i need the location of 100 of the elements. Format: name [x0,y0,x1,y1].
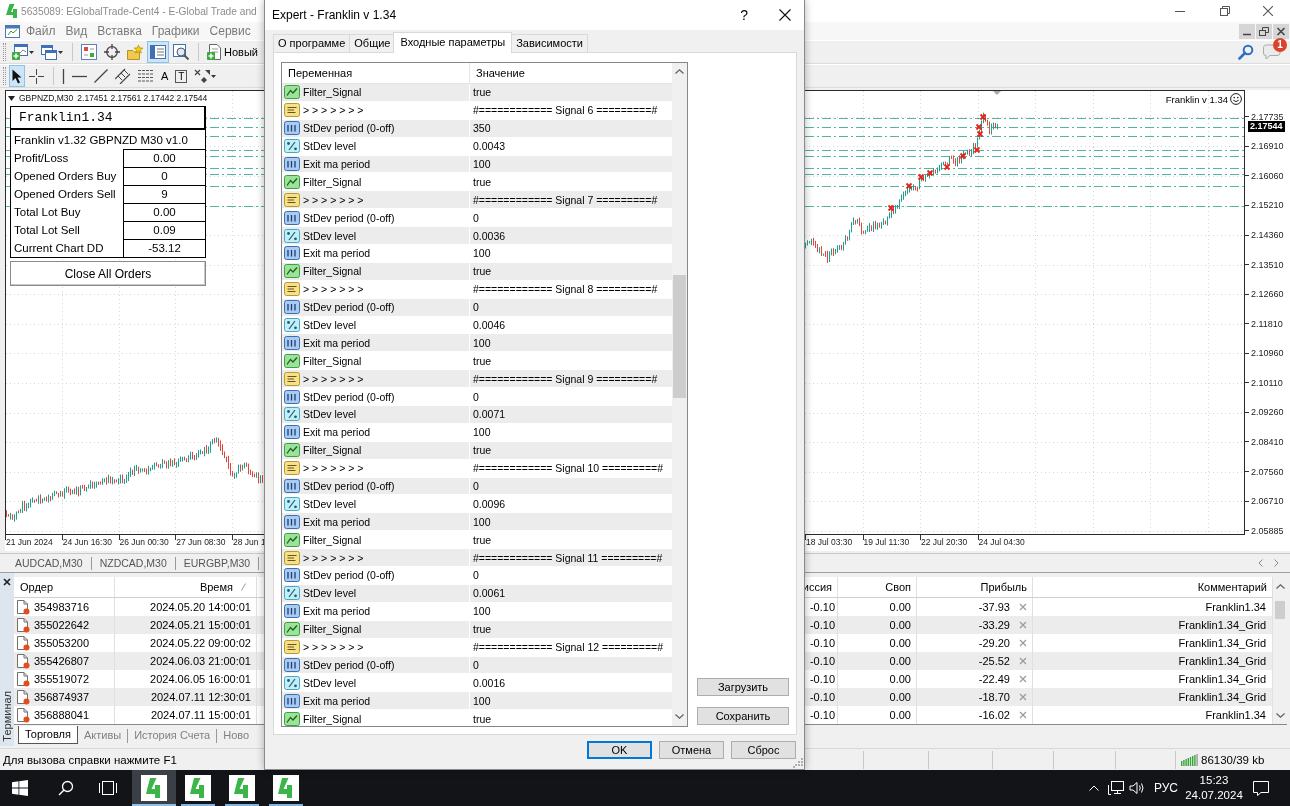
column-header[interactable]: Ордер [20,580,54,594]
triangle-down-icon[interactable] [8,95,15,101]
tab[interactable]: Входные параметры [393,32,513,53]
restore-icon[interactable] [1220,6,1230,16]
toolbar-button[interactable]: T [172,65,191,87]
task-view-icon[interactable] [99,780,117,796]
parameter-value[interactable]: 0 [473,390,479,403]
help-button[interactable]: ? [740,7,748,23]
parameter-value[interactable]: 100 [473,336,491,349]
caret-icon[interactable] [29,50,34,54]
parameter-value[interactable]: 100 [473,515,491,528]
horizontal-line-icon[interactable] [72,74,87,78]
parameter-value[interactable]: 0.0061 [473,587,506,600]
tab[interactable]: Активы [77,726,128,744]
menu-item[interactable]: Графики [146,23,205,39]
parameter-value[interactable]: 100 [473,247,491,260]
parameter-value[interactable]: 0.0016 [473,676,506,689]
column-header[interactable]: Время [199,580,233,594]
parameter-value[interactable]: 0.0096 [473,497,506,510]
toolbar-button[interactable]: A [158,65,172,87]
parameter-value[interactable]: 0 [473,211,479,224]
chevron-up-icon[interactable] [1088,785,1099,791]
parameter-value[interactable]: true [473,86,492,99]
notification-icon[interactable] [1253,780,1269,796]
parameter-value[interactable]: 100 [473,158,491,170]
parameter-value[interactable]: #============ Signal 7 =========# [473,193,658,206]
tab[interactable]: О программе [273,34,351,52]
tab[interactable]: Ново [217,726,256,744]
caret-icon[interactable] [211,74,217,78]
parameter-value[interactable]: true [473,712,492,725]
window-stack-icon[interactable] [41,44,57,60]
language-indicator[interactable]: РУС [1153,781,1178,795]
taskbar-app-button[interactable] [132,770,176,806]
action-button[interactable]: Загрузить [697,678,789,696]
parameter-value[interactable]: 0 [473,301,479,314]
dialog-button[interactable]: Сброс [731,741,796,759]
parameter-value[interactable]: true [473,533,492,546]
parameter-value[interactable]: 100 [473,605,491,618]
caret-icon[interactable] [58,50,63,54]
close-icon[interactable] [1263,6,1273,16]
parameter-value[interactable]: true [473,444,492,457]
dialog-button[interactable]: Отмена [659,741,724,759]
tab[interactable]: История Счета [128,726,217,744]
menu-item[interactable]: Файл [21,23,61,39]
tab[interactable]: Зависимости [511,34,588,52]
parameter-value[interactable]: 0 [473,658,479,671]
column-header[interactable]: Переменная [288,66,353,80]
parameter-value[interactable]: 0.0036 [473,229,506,242]
clock-time[interactable]: 15:23 [1199,773,1229,788]
chart-plus-icon[interactable] [12,44,28,60]
parameter-value[interactable]: true [473,175,492,188]
column-header[interactable]: иссия [802,580,832,594]
action-button[interactable]: Сохранить [697,707,789,725]
parameter-value[interactable]: 0 [473,569,479,582]
column-header[interactable]: Прибыль [980,580,1027,594]
parameter-value[interactable]: 350 [473,122,491,135]
chevron-left-icon[interactable] [1258,559,1263,567]
parameter-value[interactable]: #============ Signal 8 =========# [473,283,658,296]
parameter-value[interactable]: #============ Signal 12 =========# [473,641,664,654]
restore-icon[interactable] [1256,23,1272,39]
parameter-value[interactable]: #============ Signal 10 =========# [473,462,664,475]
speaker-icon[interactable] [1128,781,1145,795]
vertical-line-icon[interactable] [62,68,65,84]
arrow-marks-icon[interactable] [194,68,211,84]
menu-item[interactable]: Вставка [92,23,147,39]
network-icon[interactable] [1107,781,1124,795]
chart-tab[interactable]: NZDCAD,M30 [99,556,167,570]
parameter-value[interactable]: 0.0071 [473,408,506,421]
chart-window-icon[interactable] [5,24,20,38]
parameter-value[interactable]: #============ Signal 9 =========# [473,372,658,385]
toolbar-button[interactable]: Новый [204,41,261,63]
parameter-value[interactable]: 0.0046 [473,319,506,331]
minimize-icon[interactable] [1239,23,1255,39]
menu-item[interactable]: Сервис [204,23,256,39]
document-plus-icon[interactable] [207,44,223,60]
clock-date[interactable]: 24.07.2024 [1185,788,1243,803]
close-icon[interactable] [1273,23,1289,39]
parameter-value[interactable]: true [473,354,492,367]
parameter-value[interactable]: true [473,265,492,278]
parameter-value[interactable]: 0.0043 [473,140,506,153]
chart-tab[interactable]: AUDCAD,M30 [15,556,83,570]
column-header[interactable]: Значение [476,66,525,80]
tab[interactable]: Торговля [18,726,78,744]
parameter-value[interactable]: 100 [473,426,491,439]
dialog-button[interactable]: OK [587,741,652,759]
chart-tab[interactable]: EURGBP,M30 [183,556,251,570]
scroll-up-icon[interactable] [675,69,684,74]
scroll-down-icon[interactable] [675,714,684,719]
tab[interactable]: Общие [349,34,396,52]
scrollbar-thumb[interactable] [1275,601,1285,619]
close-all-button[interactable]: Close All Orders [10,261,206,286]
close-icon[interactable] [779,9,791,21]
parameter-value[interactable]: true [473,623,492,636]
scroll-down-icon[interactable] [1275,713,1285,718]
parameter-value[interactable]: 100 [473,694,491,707]
search-icon[interactable] [58,780,74,796]
menu-item[interactable]: Вид [60,23,93,39]
scroll-up-icon[interactable] [1275,584,1285,589]
scrollbar-thumb[interactable] [673,275,686,398]
parameter-value[interactable]: 0 [473,480,479,493]
